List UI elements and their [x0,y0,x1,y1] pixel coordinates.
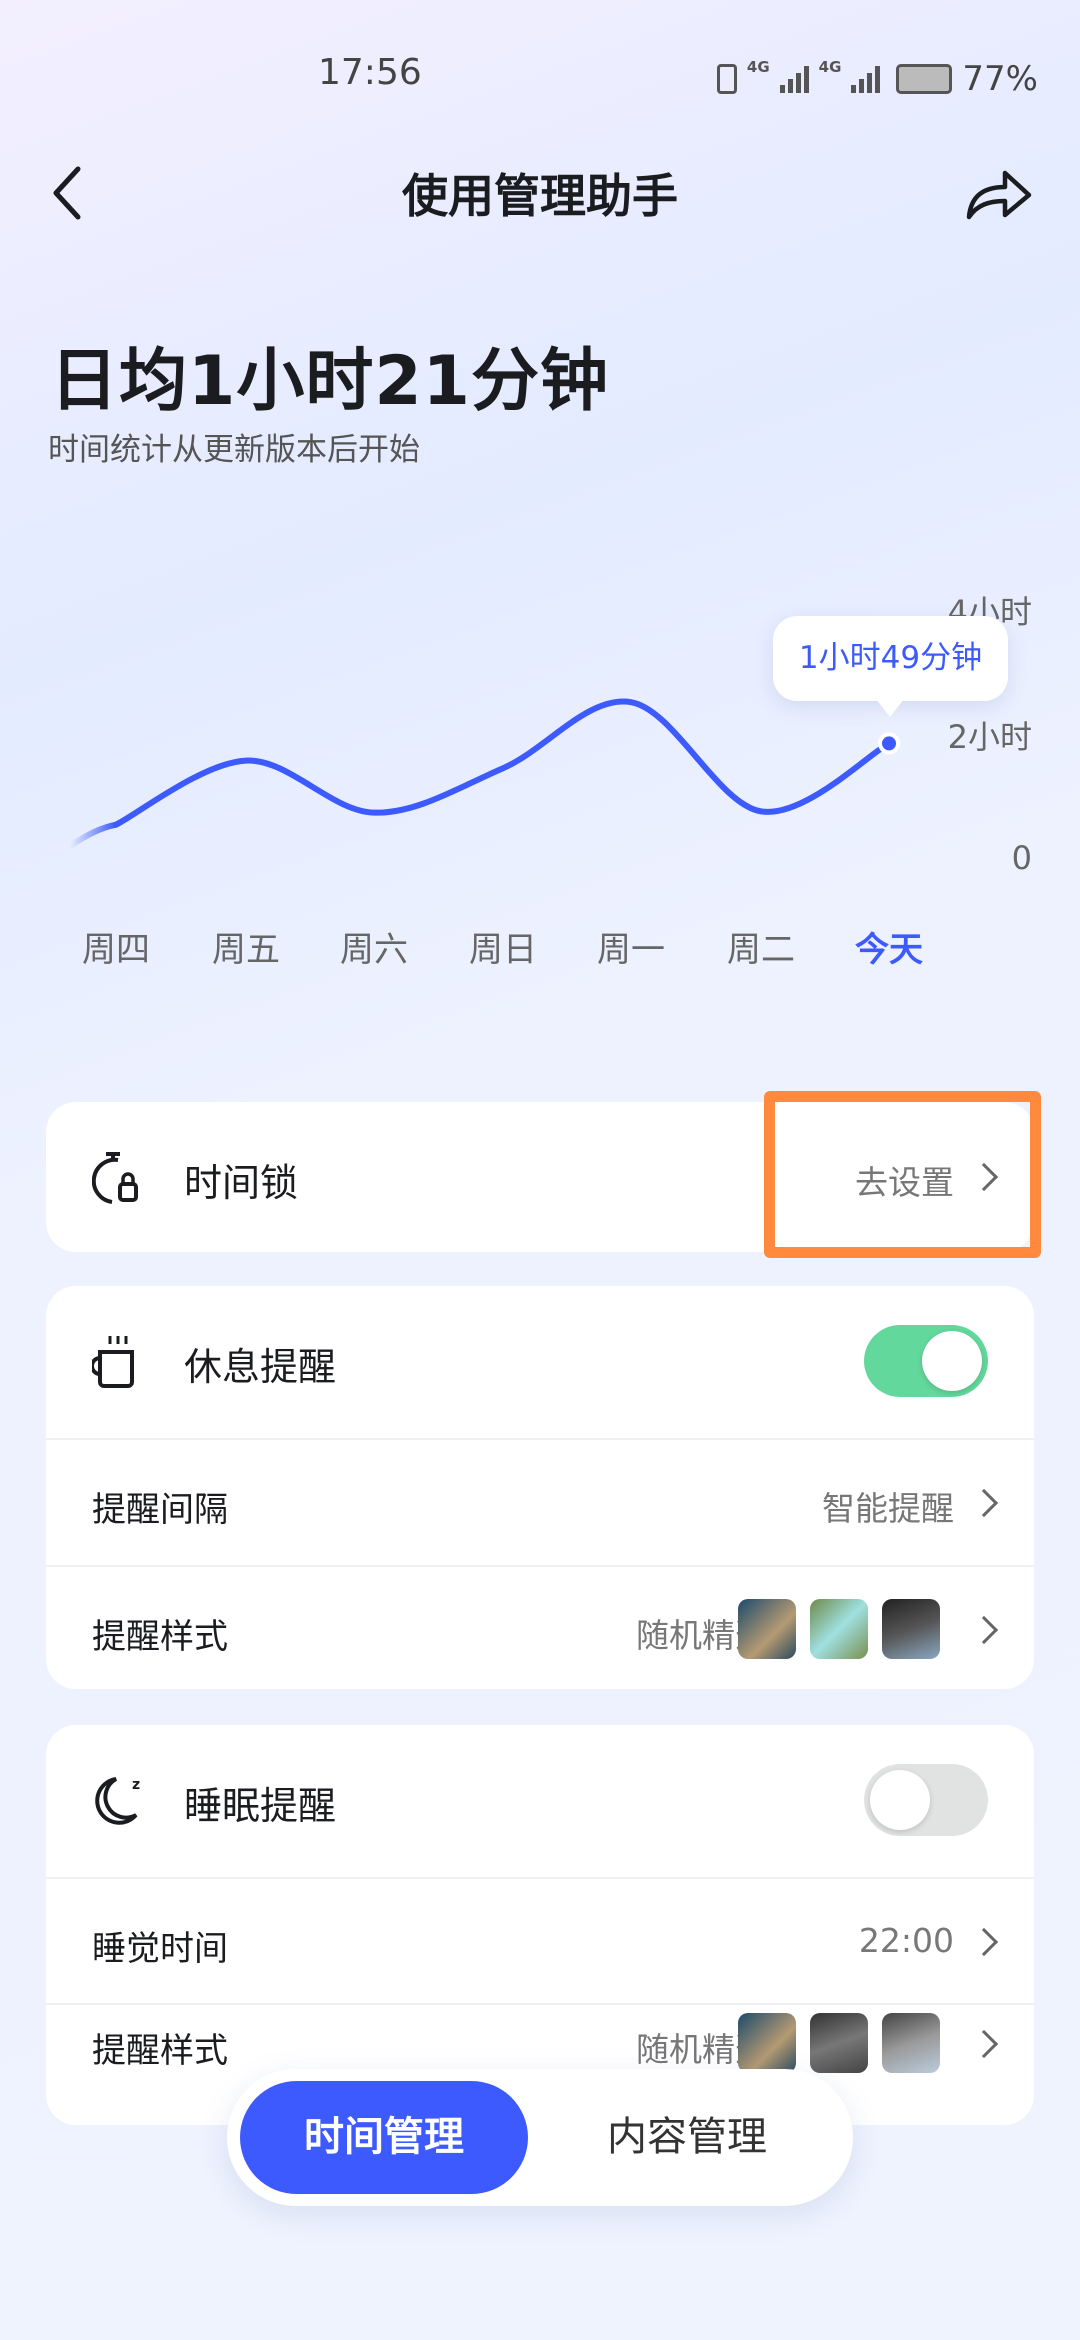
signal-icon-2 [851,65,881,93]
sleep-reminder-card: z 睡眠提醒 睡觉时间 22:00 提醒样式 随机精选 [46,1725,1034,2125]
bedtime-row[interactable]: 睡觉时间 22:00 [46,1877,1034,2003]
battery-percent: 77% [962,59,1038,99]
row-value: 智能提醒 [822,1489,954,1528]
signal-label: 4G [746,58,770,76]
rest-reminder-card: 休息提醒 提醒间隔 智能提醒 提醒样式 随机精选 [46,1286,1034,1689]
status-time: 17:56 [318,52,422,93]
style-thumbnail [738,1599,796,1659]
row-label: 提醒样式 [92,1617,228,1657]
row-label: 提醒间隔 [92,1490,228,1530]
battery-icon [896,64,953,94]
time-lock-label: 时间锁 [184,1161,299,1205]
style-thumbnail [738,2013,796,2073]
chevron-right-icon [969,1927,999,1957]
row-label: 睡觉时间 [92,1929,228,1969]
sleep-reminder-header: z 睡眠提醒 [46,1725,1034,1877]
usage-series-line [113,698,892,828]
chevron-right-icon [969,2029,999,2059]
today-usage-tooltip: 1小时49分钟 [773,616,1008,717]
highlight-box [764,1091,1041,1258]
svg-text:z: z [132,1777,140,1793]
reminder-interval-row[interactable]: 提醒间隔 智能提醒 [46,1438,1034,1565]
moon-sleep-icon: z [95,1777,140,1825]
toggle-knob [870,1770,930,1830]
share-icon[interactable] [965,165,1035,221]
x-tick-label: 周六 [340,930,408,970]
row-value: 22:00 [858,1921,954,1960]
sleep-reminder-label: 睡眠提醒 [184,1784,337,1828]
chevron-right-icon [969,1488,999,1518]
rest-reminder-toggle[interactable] [864,1325,988,1397]
tab-time-management[interactable]: 时间管理 [240,2081,528,2194]
page-title: 使用管理助手 [402,169,678,223]
style-thumbnail [810,1599,868,1659]
daily-average: 日均1小时21分钟 [50,342,609,421]
data-point-今天 [878,732,900,755]
status-icons: 4G 4G 77% [716,52,1038,106]
stats-note: 时间统计从更新版本后开始 [48,432,420,468]
x-tick-label: 周二 [727,930,795,970]
signal-label-2: 4G [818,58,842,76]
vibrate-icon [716,64,737,94]
x-tick-label: 周一 [597,930,665,970]
x-tick-label: 今天 [855,930,923,970]
reminder-style-row[interactable]: 提醒样式 随机精选 [46,1565,1034,1689]
chevron-right-icon [969,1615,999,1645]
coffee-cup-icon [92,1336,134,1388]
bottom-tab-switcher: 时间管理 内容管理 [227,2069,853,2206]
x-tick-label: 周五 [212,930,280,970]
tab-content-management[interactable]: 内容管理 [532,2081,842,2194]
toggle-knob [922,1331,982,1391]
signal-icon [779,65,809,93]
style-thumbnail [882,2013,940,2073]
sleep-reminder-toggle[interactable] [864,1764,988,1836]
rest-reminder-header: 休息提醒 [46,1286,1034,1438]
x-tick-label: 周四 [82,930,150,970]
row-label: 提醒样式 [92,2031,228,2071]
usage-line-chart [68,698,900,849]
timer-lock-icon [92,1152,138,1204]
x-tick-label: 周日 [469,930,537,970]
rest-reminder-label: 休息提醒 [184,1345,337,1389]
style-thumbnail [810,2013,868,2073]
line-lead-in [68,821,117,849]
style-thumbnail [882,1599,940,1659]
